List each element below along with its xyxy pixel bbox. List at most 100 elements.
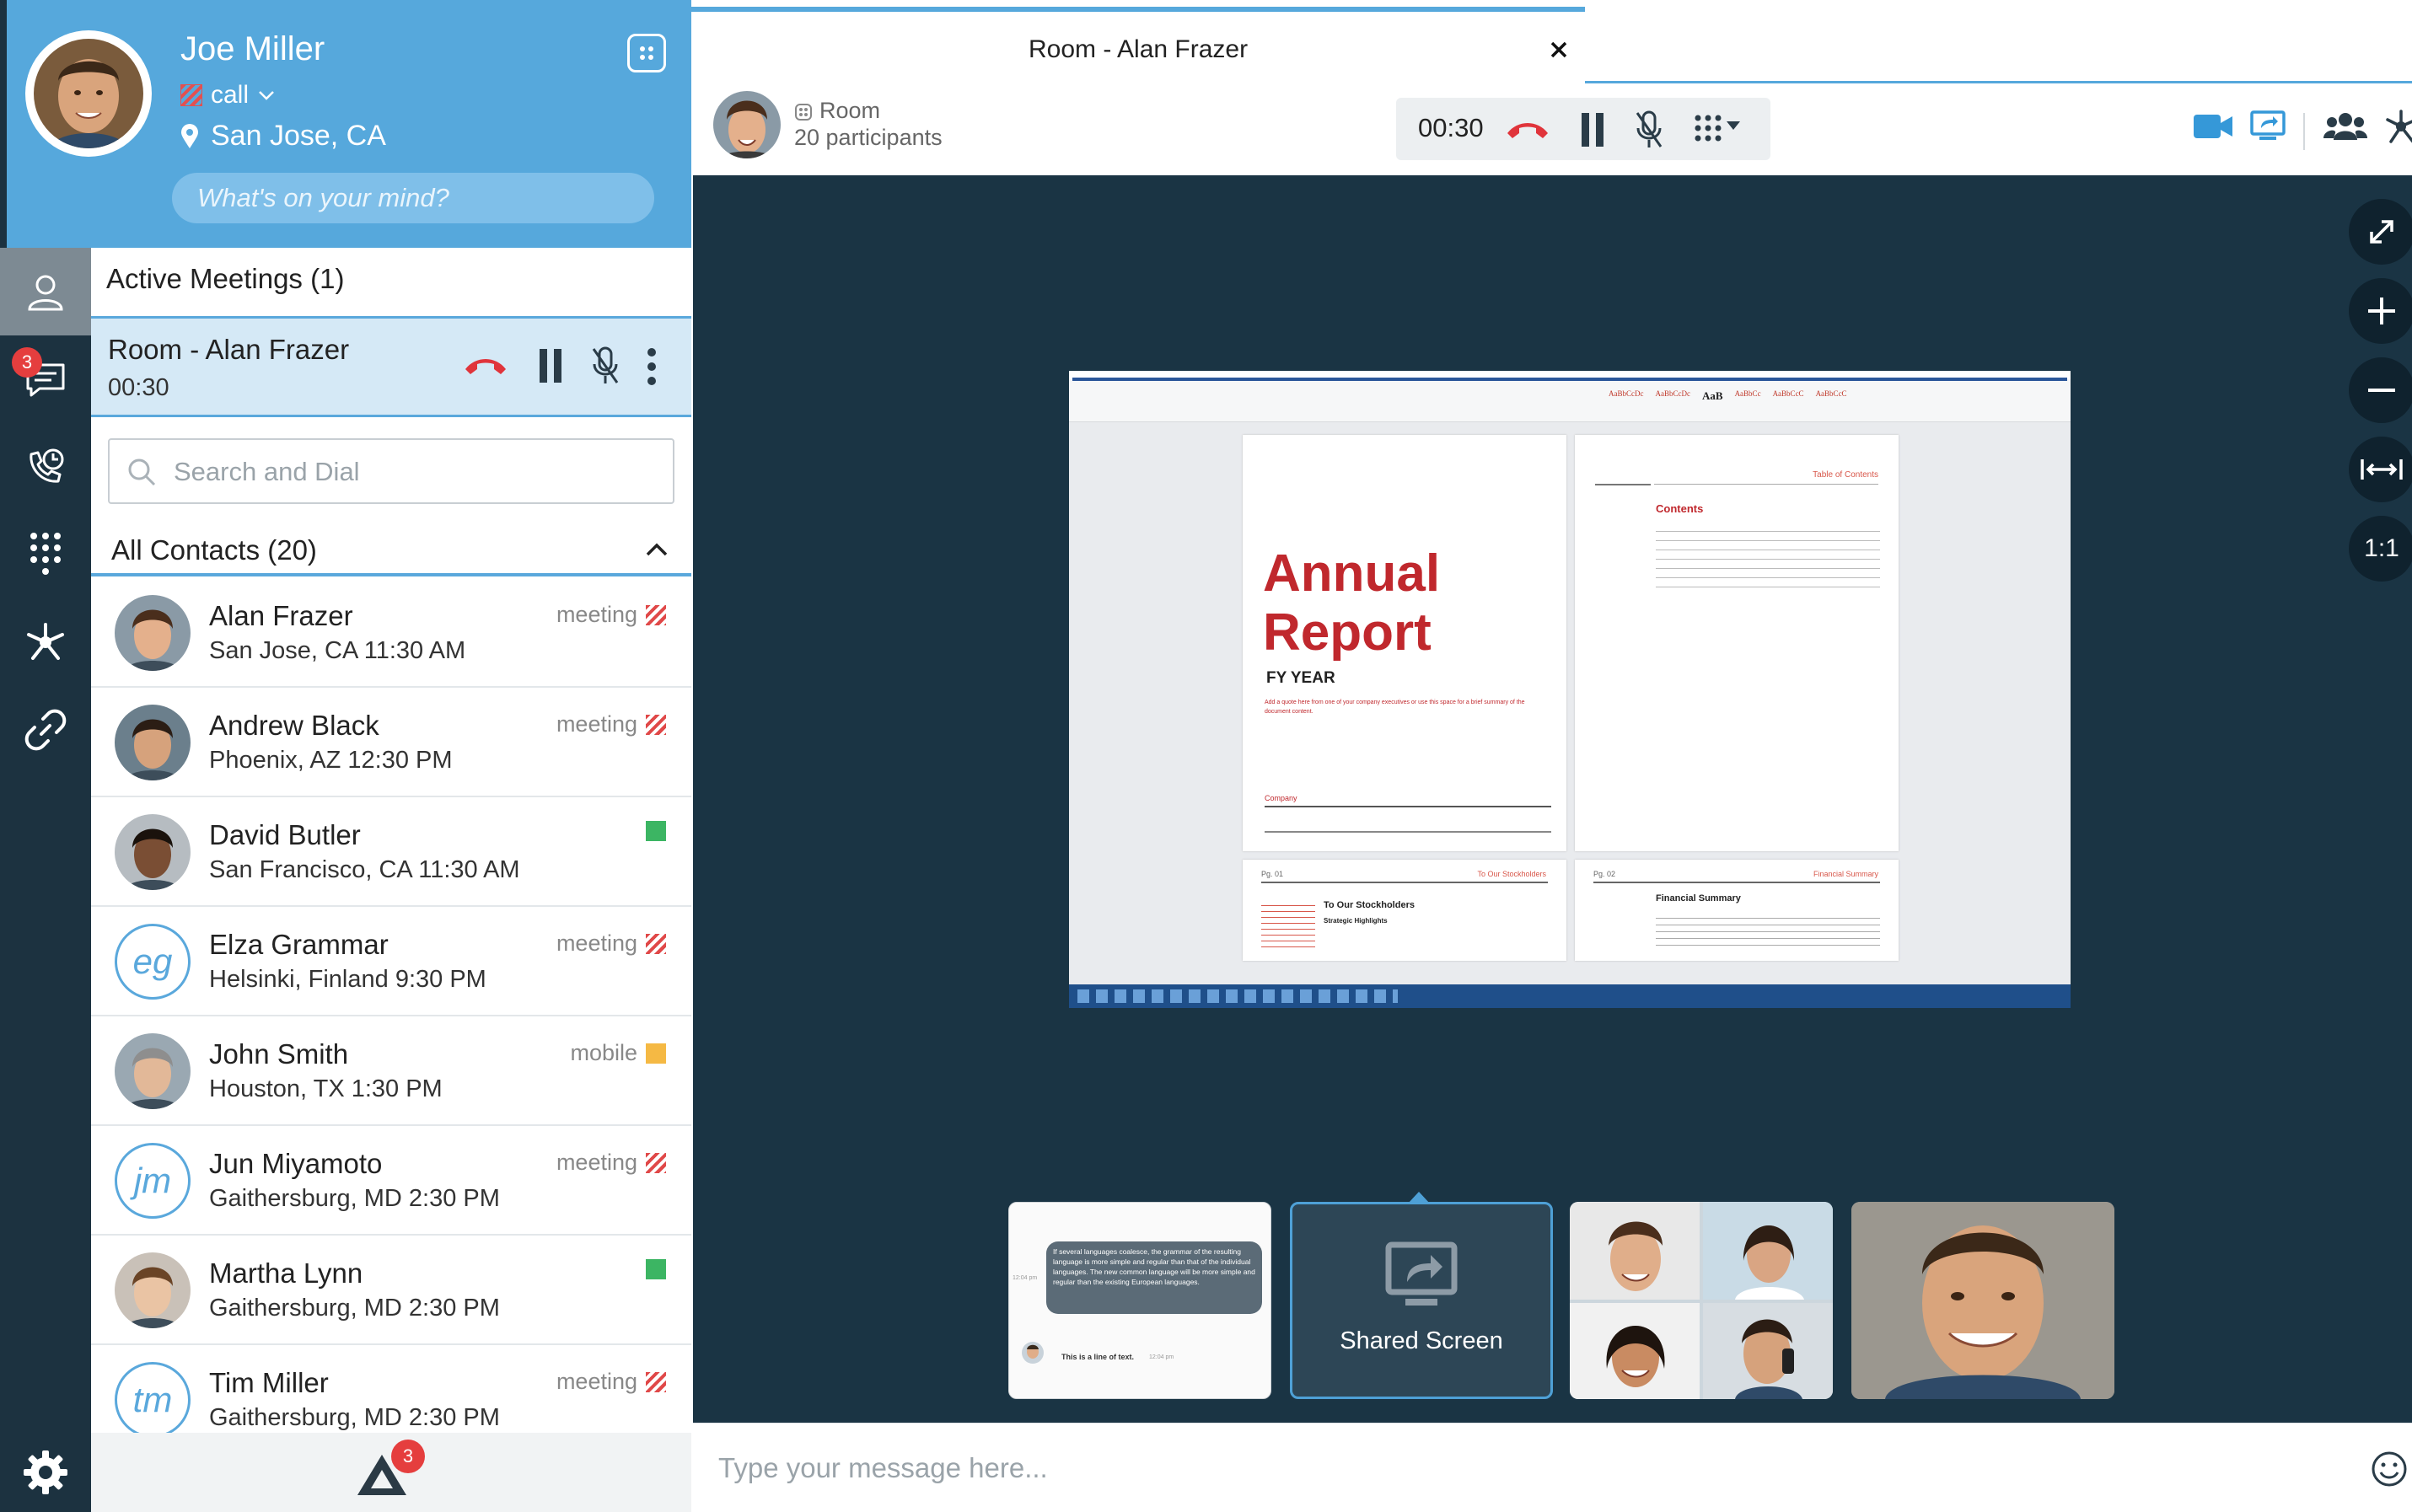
tab-room[interactable]: Room - Alan Frazer (691, 7, 1585, 88)
contact-name: David Butler (209, 819, 361, 850)
thumbnail-shared-screen[interactable]: Shared Screen (1290, 1202, 1553, 1399)
dialpad-icon (30, 533, 61, 575)
person-icon (28, 275, 63, 311)
thumbnail-participants-grid[interactable] (1570, 1202, 1833, 1399)
message-input[interactable]: Type your message here... (718, 1452, 1048, 1484)
dialpad-dropdown-icon[interactable] (1693, 113, 1743, 147)
toolbar-separator (2303, 113, 2305, 150)
doc-toc-lines (1656, 523, 1880, 588)
contact-location: Houston, TX 1:30 PM (209, 1075, 443, 1102)
contact-name: Martha Lynn (209, 1257, 363, 1289)
links-nav-button[interactable] (0, 686, 91, 774)
pause-icon[interactable] (1580, 111, 1605, 148)
share-screen-button[interactable] (2249, 110, 2286, 147)
chats-nav-button[interactable]: 3 (0, 335, 91, 423)
settings-button[interactable] (0, 1433, 91, 1512)
doc-page-cover: Annual Report FY YEAR Add a quote here f… (1243, 435, 1566, 851)
dialpad-nav-button[interactable] (0, 511, 91, 598)
mute-mic-icon[interactable] (1634, 110, 1664, 150)
contact-status-text: meeting (556, 711, 637, 737)
contact-avatar (115, 705, 191, 780)
doc-subtitle: FY YEAR (1266, 669, 1335, 687)
room-icon (795, 104, 812, 121)
contact-status: meeting (556, 930, 666, 957)
zoom-out-button[interactable] (2349, 357, 2412, 423)
doc-contents-title: Contents (1656, 502, 1704, 515)
plus-icon (2368, 298, 2395, 324)
pause-icon[interactable] (538, 347, 563, 384)
busy-status-icon (646, 1152, 666, 1173)
hangup-icon[interactable] (1504, 116, 1551, 142)
contact-initials-avatar: jm (115, 1143, 191, 1219)
fit-width-button[interactable] (2349, 437, 2412, 502)
contact-row[interactable]: Martha Lynn Gaithersburg, MD 2:30 PM (91, 1236, 691, 1345)
selected-thumbnail-caret (1408, 1192, 1430, 1204)
network-nav-button[interactable] (0, 598, 91, 686)
mood-input[interactable]: What's on your mind? (172, 173, 654, 223)
call-history-nav-button[interactable] (0, 423, 91, 511)
search-dial-input[interactable]: Search and Dial (108, 438, 674, 504)
emoji-icon[interactable] (2371, 1450, 2408, 1488)
actual-size-button[interactable]: 1:1 (2349, 516, 2412, 582)
contact-row[interactable]: David Butler San Francisco, CA 11:30 AM (91, 797, 691, 907)
profile-avatar[interactable] (34, 39, 143, 148)
contact-status: meeting (556, 711, 666, 737)
fullscreen-button[interactable] (2349, 199, 2412, 265)
contact-status-text: mobile (570, 1040, 637, 1065)
chevron-up-icon[interactable] (644, 541, 669, 558)
profile-status-dropdown[interactable]: call (180, 81, 276, 110)
network-icon (27, 623, 64, 660)
contacts-nav-button[interactable] (0, 248, 91, 335)
contact-status (637, 821, 666, 841)
network-button[interactable] (2384, 108, 2412, 149)
contact-initials-avatar: eg (115, 924, 191, 1000)
room-avatar (713, 91, 781, 158)
contact-row[interactable]: John Smith Houston, TX 1:30 PM mobile (91, 1016, 691, 1126)
status-grid-button[interactable] (627, 34, 666, 72)
more-options-icon[interactable] (646, 347, 658, 386)
doc-page-stockholders: Pg. 01 To Our Stockholders To Our Stockh… (1243, 860, 1566, 961)
contact-location: Gaithersburg, MD 2:30 PM (209, 1295, 500, 1322)
contact-location: Phoenix, AZ 12:30 PM (209, 747, 453, 774)
tab-strip-line (1585, 81, 2412, 83)
participants-count[interactable]: 20 participants (794, 125, 943, 151)
contact-avatar (115, 814, 191, 890)
call-controls: 00:30 (1396, 98, 1770, 160)
zoom-in-button[interactable] (2349, 278, 2412, 344)
contact-status (637, 1259, 666, 1279)
location-pin-icon (181, 123, 198, 148)
doc-page-toc: Table of Contents Contents (1575, 435, 1899, 851)
gear-icon (24, 1450, 67, 1494)
grid-dots-icon (640, 46, 653, 60)
contact-row[interactable]: eg Elza Grammar Helsinki, Finland 9:30 PM m… (91, 907, 691, 1016)
hangup-icon[interactable] (462, 352, 509, 378)
room-label: Room (819, 98, 881, 123)
contact-status: mobile (570, 1040, 666, 1066)
shared-screen-label: Shared Screen (1340, 1327, 1503, 1354)
thumbnail-chat[interactable]: If several languages coalesce, the gramm… (1008, 1202, 1271, 1399)
contact-row[interactable]: Alan Frazer San Jose, CA 11:30 AM meeting (91, 578, 691, 688)
mute-mic-icon[interactable] (590, 346, 620, 386)
chevron-down-icon (259, 91, 274, 100)
profile-location-text: San Jose, CA (211, 120, 386, 152)
chat-avatar (1022, 1342, 1044, 1364)
call-timer: 00:30 (1418, 113, 1484, 142)
tab-title: Room - Alan Frazer (1029, 35, 1249, 63)
doc-ribbon: AaBbCcDc AaBbCcDc AaB AaBbCc AaBbCcC AaB… (1069, 371, 2071, 422)
busy-status-icon (180, 84, 202, 106)
close-icon[interactable] (1550, 40, 1568, 59)
active-meeting-row[interactable]: Room - Alan Frazer 00:30 (91, 316, 691, 417)
group-icon (2323, 113, 2367, 140)
participants-button[interactable] (2323, 111, 2367, 146)
contact-photo (115, 705, 191, 780)
contact-status-text: meeting (556, 930, 637, 956)
busy-status-icon (646, 933, 666, 954)
contact-row[interactable]: jm Jun Miyamoto Gaithersburg, MD 2:30 PM me… (91, 1126, 691, 1236)
profile-status-label: call (211, 81, 250, 109)
video-toggle-button[interactable] (2192, 111, 2234, 146)
contact-photo (115, 1033, 191, 1109)
contact-row[interactable]: Andrew Black Phoenix, AZ 12:30 PM meeting (91, 688, 691, 797)
thumbnail-self-video[interactable] (1851, 1202, 2114, 1399)
doc-quote: Add a quote here from one of your compan… (1265, 700, 1525, 715)
contact-name: Jun Miyamoto (209, 1148, 383, 1179)
